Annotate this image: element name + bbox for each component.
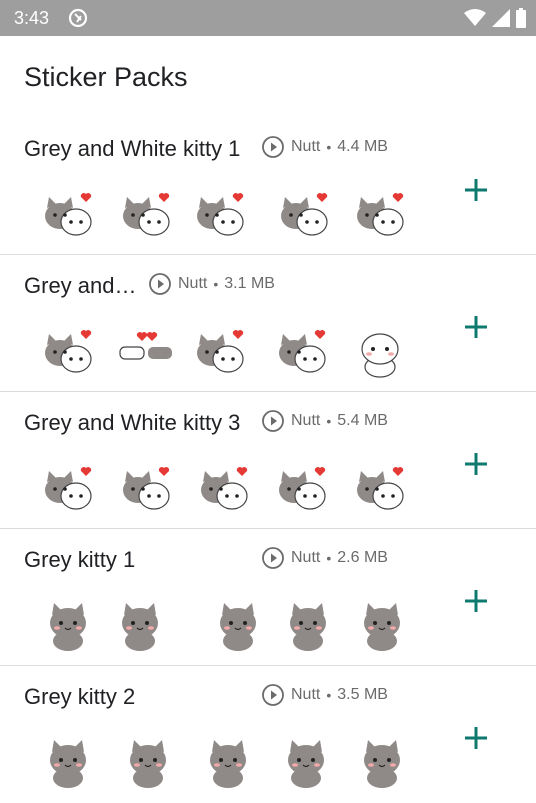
sticker-thumbnail <box>208 595 268 655</box>
pack-name: Grey kitty 1 <box>24 547 136 572</box>
pack-meta: Nutt • 4.4 MB <box>261 134 388 160</box>
meta-separator: • <box>326 550 332 566</box>
sticker-thumbnail <box>38 184 98 244</box>
pack-meta: Nutt • 5.4 MB <box>261 408 388 434</box>
sticker-preview-row <box>38 458 418 520</box>
meta-separator: • <box>326 139 332 155</box>
pack-name: Grey and White kitty 3 <box>24 410 241 435</box>
add-pack-button[interactable] <box>458 583 494 619</box>
pack-name: Grey kitty 2 <box>24 684 136 709</box>
sticker-pack-item[interactable]: Grey and White kitty 3 Nutt • 5.4 MB <box>0 392 536 529</box>
sticker-preview-row <box>38 595 418 657</box>
meta-separator: • <box>326 413 332 429</box>
sticker-pack-item[interactable]: Grey and… Nutt • 3.1 MB <box>0 255 536 392</box>
sticker-pack-item[interactable]: Grey kitty 2 Nutt • 3.5 MB <box>0 666 536 803</box>
play-icon <box>262 547 284 569</box>
sticker-preview-row <box>38 321 418 383</box>
sticker-thumbnail <box>350 321 410 381</box>
sticker-thumbnail <box>350 458 410 518</box>
sticker-preview-row <box>38 184 418 246</box>
sticker-pack-list: Grey and White kitty 1 Nutt • 4.4 MB Gre… <box>0 118 536 803</box>
sticker-thumbnail <box>38 595 98 655</box>
status-icons <box>464 8 526 28</box>
play-icon <box>262 410 284 432</box>
meta-separator: • <box>326 687 332 703</box>
sticker-thumbnail <box>198 732 258 792</box>
add-pack-button[interactable] <box>458 720 494 756</box>
sticker-pack-item[interactable]: Grey and White kitty 1 Nutt • 4.4 MB <box>0 118 536 255</box>
sticker-thumbnail <box>116 184 176 244</box>
sticker-thumbnail <box>38 732 98 792</box>
sticker-preview-row <box>38 732 418 794</box>
pack-size: 4.4 MB <box>337 138 388 155</box>
pack-size: 5.4 MB <box>337 412 388 429</box>
pack-size: 2.6 MB <box>337 549 388 566</box>
sticker-thumbnail <box>116 321 176 381</box>
add-pack-button[interactable] <box>458 172 494 208</box>
sticker-thumbnail <box>278 595 338 655</box>
pack-size: 3.5 MB <box>337 686 388 703</box>
sticker-thumbnail <box>272 321 332 381</box>
sticker-thumbnail <box>194 458 254 518</box>
sticker-thumbnail <box>110 595 170 655</box>
pack-meta: Nutt • 2.6 MB <box>261 545 388 571</box>
play-icon <box>262 136 284 158</box>
sticker-thumbnail <box>272 458 332 518</box>
pack-author: Nutt <box>178 275 208 292</box>
pack-author: Nutt <box>291 549 321 566</box>
page-title: Sticker Packs <box>24 62 188 92</box>
pack-meta: Nutt • 3.5 MB <box>261 682 388 708</box>
add-icon <box>465 590 487 612</box>
add-icon <box>465 316 487 338</box>
sticker-thumbnail <box>116 458 176 518</box>
play-icon <box>149 273 171 295</box>
add-pack-button[interactable] <box>458 446 494 482</box>
sticker-thumbnail <box>190 184 250 244</box>
pack-size: 3.1 MB <box>224 275 275 292</box>
wifi-icon <box>464 9 486 26</box>
sticker-thumbnail <box>276 732 336 792</box>
battery-icon <box>516 8 526 28</box>
add-icon <box>465 727 487 749</box>
sticker-thumbnail <box>38 458 98 518</box>
pack-name: Grey and White kitty 1 <box>24 136 241 161</box>
sticker-thumbnail <box>118 732 178 792</box>
play-icon <box>262 684 284 706</box>
meta-separator: • <box>213 276 219 292</box>
add-icon <box>465 179 487 201</box>
pack-meta: Nutt • 3.1 MB <box>148 271 275 297</box>
sticker-pack-item[interactable]: Grey kitty 1 Nutt • 2.6 MB <box>0 529 536 666</box>
pack-author: Nutt <box>291 686 321 703</box>
add-icon <box>465 453 487 475</box>
sticker-thumbnail <box>274 184 334 244</box>
pack-author: Nutt <box>291 412 321 429</box>
pack-name: Grey and… <box>24 273 137 298</box>
sticker-thumbnail <box>352 595 412 655</box>
sticker-thumbnail <box>190 321 250 381</box>
status-bar: 3:43 <box>0 0 536 36</box>
sticker-thumbnail <box>352 732 412 792</box>
notification-icon <box>68 8 88 28</box>
sticker-thumbnail <box>350 184 410 244</box>
pack-author: Nutt <box>291 138 321 155</box>
signal-icon <box>492 9 510 27</box>
sticker-thumbnail <box>38 321 98 381</box>
add-pack-button[interactable] <box>458 309 494 345</box>
status-time: 3:43 <box>14 8 50 28</box>
